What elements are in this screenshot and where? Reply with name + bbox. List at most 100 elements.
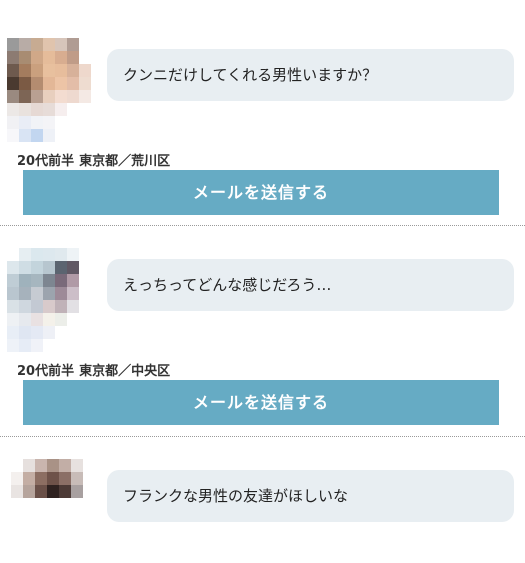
avatar-pixel <box>67 261 79 274</box>
avatar-pixel <box>7 116 19 129</box>
age-label: 20代前半 <box>17 154 75 169</box>
avatar-pixel <box>71 472 83 485</box>
avatar-pixel <box>79 64 91 77</box>
avatar-pixel <box>71 459 83 472</box>
avatar[interactable] <box>11 459 107 563</box>
avatar-pixel <box>55 339 67 352</box>
avatar-pixel <box>91 326 103 339</box>
avatar-pixel <box>31 300 43 313</box>
avatar-pixel <box>19 129 31 142</box>
avatar-pixel <box>47 472 59 485</box>
avatar-pixel <box>71 485 83 498</box>
avatar-pixel <box>79 51 91 64</box>
avatar-pixel <box>79 129 91 142</box>
send-mail-button[interactable]: メールを送信する <box>23 170 499 215</box>
avatar-pixel <box>19 300 31 313</box>
avatar-pixel <box>91 38 103 51</box>
age-label: 20代前半 <box>17 364 75 379</box>
avatar[interactable] <box>7 248 103 352</box>
avatar-pixel <box>91 64 103 77</box>
avatar-pixel <box>35 485 47 498</box>
avatar-pixel <box>43 77 55 90</box>
avatar-pixel <box>43 90 55 103</box>
avatar-pixel <box>67 129 79 142</box>
avatar-pixel <box>55 38 67 51</box>
avatar-pixel <box>43 38 55 51</box>
send-mail-button[interactable]: メールを送信する <box>23 380 499 425</box>
avatar-pixel <box>67 274 79 287</box>
avatar-pixel <box>55 313 67 326</box>
avatar-pixel <box>67 38 79 51</box>
avatar-pixel <box>19 103 31 116</box>
avatar-pixel <box>43 313 55 326</box>
message-bubble: フランクな男性の友達がほしいな <box>107 470 514 522</box>
avatar-pixel <box>43 116 55 129</box>
avatar-pixel <box>23 485 35 498</box>
avatar-pixel <box>31 313 43 326</box>
avatar-pixel <box>7 64 19 77</box>
avatar-pixel <box>35 472 47 485</box>
avatar-pixel <box>19 339 31 352</box>
avatar-pixel <box>43 261 55 274</box>
avatar-pixel <box>11 485 23 498</box>
avatar-pixel <box>79 90 91 103</box>
avatar-pixel <box>95 459 107 472</box>
avatar-pixel <box>79 103 91 116</box>
message-text: クンニだけしてくれる男性いますか？ <box>123 66 378 84</box>
message-bubble: えっちってどんな感じだろう… <box>107 259 514 311</box>
avatar-pixel <box>67 248 79 261</box>
avatar-pixel <box>91 129 103 142</box>
avatar-pixel <box>31 90 43 103</box>
avatar-pixel <box>59 472 71 485</box>
avatar-pixel <box>79 77 91 90</box>
avatar-pixel <box>67 300 79 313</box>
avatar-pixel <box>91 261 103 274</box>
avatar-pixel <box>67 77 79 90</box>
avatar-pixel <box>91 116 103 129</box>
avatar-pixel <box>11 472 23 485</box>
avatar-pixel <box>7 326 19 339</box>
avatar-pixel <box>95 485 107 498</box>
avatar-pixel <box>91 313 103 326</box>
avatar-pixel <box>79 339 91 352</box>
avatar-pixel <box>19 248 31 261</box>
avatar-pixel <box>19 274 31 287</box>
avatar-pixel <box>43 326 55 339</box>
avatar[interactable] <box>7 38 103 142</box>
avatar-pixel <box>79 248 91 261</box>
avatar-pixel <box>55 90 67 103</box>
avatar-pixel <box>31 103 43 116</box>
avatar-pixel <box>7 261 19 274</box>
avatar-pixel <box>79 261 91 274</box>
avatar-pixel <box>67 326 79 339</box>
avatar-pixel <box>31 339 43 352</box>
avatar-pixel <box>19 116 31 129</box>
avatar-pixel <box>7 287 19 300</box>
avatar-pixel <box>91 274 103 287</box>
avatar-pixel <box>55 274 67 287</box>
avatar-pixel <box>43 300 55 313</box>
avatar-pixel <box>43 339 55 352</box>
post-card: クンニだけしてくれる男性いますか？ 20代前半 東京都／荒川区 メールを送信する <box>0 0 525 225</box>
avatar-pixel <box>91 339 103 352</box>
avatar-pixel <box>55 77 67 90</box>
avatar-pixel <box>55 326 67 339</box>
avatar-pixel <box>55 103 67 116</box>
avatar-pixel <box>19 51 31 64</box>
avatar-pixel <box>19 64 31 77</box>
avatar-pixel <box>7 129 19 142</box>
avatar-pixel <box>31 51 43 64</box>
avatar-pixel <box>91 90 103 103</box>
avatar-pixel <box>7 274 19 287</box>
avatar-pixel <box>31 64 43 77</box>
avatar-pixel <box>7 51 19 64</box>
avatar-pixel <box>7 313 19 326</box>
avatar-pixel <box>67 313 79 326</box>
avatar-pixel <box>31 129 43 142</box>
avatar-pixel <box>43 248 55 261</box>
avatar-pixel <box>91 51 103 64</box>
post-card: えっちってどんな感じだろう… 20代前半 東京都／中央区 メールを送信する <box>0 226 525 436</box>
avatar-pixel <box>7 103 19 116</box>
avatar-pixel <box>79 300 91 313</box>
avatar-pixel <box>79 287 91 300</box>
